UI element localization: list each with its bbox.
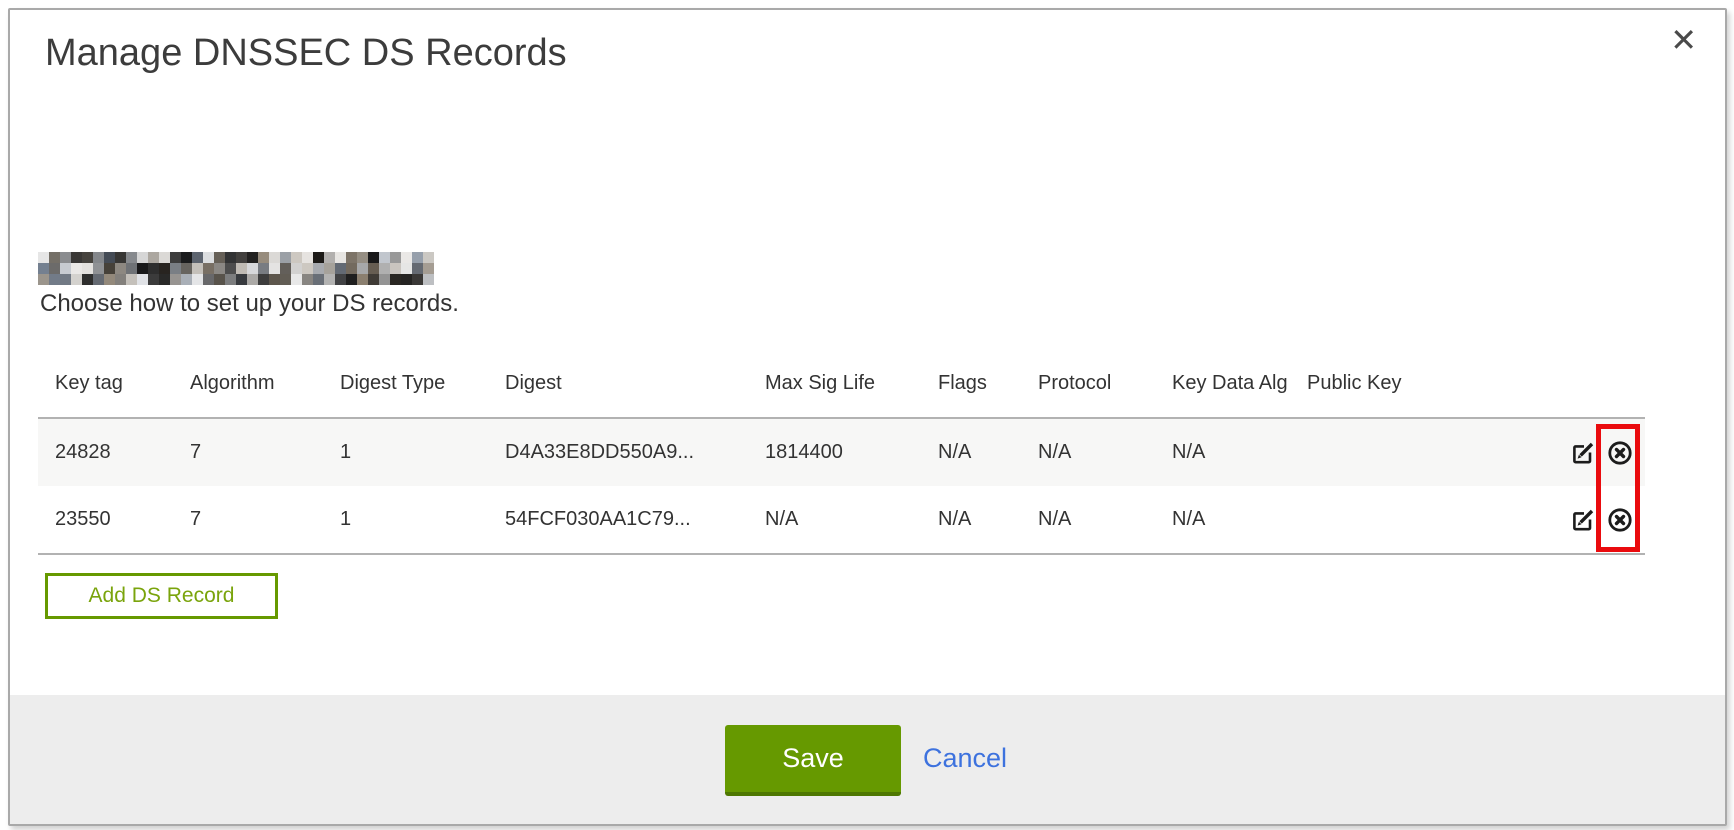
column-header: Digest Type	[323, 350, 488, 418]
save-button[interactable]: Save	[725, 725, 901, 796]
redacted-domain-name	[38, 252, 434, 285]
table-cell: D4A33E8DD550A9...	[488, 418, 748, 486]
column-header: Protocol	[1021, 350, 1155, 418]
edit-icon	[1570, 440, 1596, 466]
column-header: Digest	[488, 350, 748, 418]
table-cell: N/A	[1021, 418, 1155, 486]
delete-record-button[interactable]	[1607, 507, 1633, 533]
table-cell: 24828	[38, 418, 173, 486]
instructions-text: Choose how to set up your DS records.	[40, 290, 459, 318]
table-header-row: Key tagAlgorithmDigest TypeDigestMax Sig…	[38, 350, 1645, 418]
table-cell: N/A	[1021, 486, 1155, 554]
close-icon: ✕	[1670, 21, 1697, 59]
page-title: Manage DNSSEC DS Records	[45, 32, 567, 75]
dialog-footer: Save Cancel	[10, 695, 1725, 824]
table-cell: 7	[173, 486, 323, 554]
row-actions	[1560, 418, 1645, 486]
column-header: Max Sig Life	[748, 350, 921, 418]
delete-record-button[interactable]	[1607, 440, 1633, 466]
table-cell: 54FCF030AA1C79...	[488, 486, 748, 554]
column-header-actions	[1560, 350, 1645, 418]
table-cell	[1290, 418, 1560, 486]
table-cell: N/A	[748, 486, 921, 554]
delete-icon	[1607, 507, 1633, 533]
table-cell: N/A	[921, 486, 1021, 554]
edit-icon	[1570, 507, 1596, 533]
delete-icon	[1607, 440, 1633, 466]
table-row: 235507154FCF030AA1C79...N/AN/AN/AN/A	[38, 486, 1645, 554]
column-header: Flags	[921, 350, 1021, 418]
table-cell: N/A	[1155, 418, 1290, 486]
column-header: Algorithm	[173, 350, 323, 418]
table-cell: 1	[323, 486, 488, 554]
table-cell: 1	[323, 418, 488, 486]
table-cell: N/A	[921, 418, 1021, 486]
add-ds-record-button[interactable]: Add DS Record	[45, 573, 278, 619]
ds-records-table: Key tagAlgorithmDigest TypeDigestMax Sig…	[38, 350, 1645, 555]
column-header: Public Key	[1290, 350, 1560, 418]
edit-record-button[interactable]	[1570, 440, 1596, 466]
close-button[interactable]: ✕	[1670, 24, 1697, 56]
table-cell: 7	[173, 418, 323, 486]
column-header: Key Data Alg	[1155, 350, 1290, 418]
cancel-link[interactable]: Cancel	[923, 743, 1007, 774]
manage-dnssec-dialog: Manage DNSSEC DS Records ✕ Choose how to…	[8, 8, 1727, 826]
table-cell	[1290, 486, 1560, 554]
row-actions	[1560, 486, 1645, 554]
column-header: Key tag	[38, 350, 173, 418]
table-cell: N/A	[1155, 486, 1290, 554]
table-row: 2482871D4A33E8DD550A9...1814400N/AN/AN/A	[38, 418, 1645, 486]
table-body: 2482871D4A33E8DD550A9...1814400N/AN/AN/A…	[38, 418, 1645, 554]
table-cell: 1814400	[748, 418, 921, 486]
table-cell: 23550	[38, 486, 173, 554]
edit-record-button[interactable]	[1570, 507, 1596, 533]
